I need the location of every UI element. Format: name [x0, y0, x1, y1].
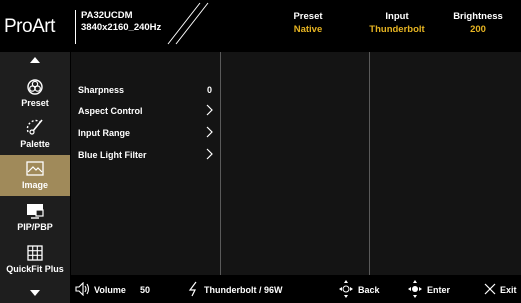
exit-button[interactable]: Exit: [500, 285, 517, 295]
sidebar-label-image: Image: [21, 180, 48, 190]
header-preset: Preset Native: [268, 10, 348, 36]
sidebar-item-palette[interactable]: Palette: [0, 117, 70, 157]
osd-header: ProArt PA32UCDM 3840x2160_240Hz Preset N…: [0, 0, 521, 52]
palette-icon: [26, 119, 43, 135]
menu-item-aspect-control[interactable]: Aspect Control: [78, 106, 143, 116]
pip-pbp-icon: [27, 204, 44, 219]
close-icon: [484, 283, 496, 295]
sidebar-item-image[interactable]: Image: [0, 155, 70, 196]
preset-icon: [27, 79, 43, 95]
scroll-down-arrow-icon[interactable]: [30, 290, 40, 296]
proart-logo: ProArt: [4, 16, 55, 37]
detail-panel: [370, 52, 521, 275]
model-resolution: 3840x2160_240Hz: [81, 22, 162, 33]
joystick-left-icon: [339, 280, 353, 298]
header-input: Input Thunderbolt: [357, 10, 437, 36]
quickfit-grid-icon: [27, 245, 43, 261]
chevron-right-icon: [206, 104, 213, 116]
model-info: PA32UCDM 3840x2160_240Hz: [81, 10, 161, 34]
sidebar-label-pip-pbp: PIP/PBP: [17, 222, 53, 232]
menu-item-label: Sharpness: [78, 85, 125, 95]
sidebar-label-quickfit-plus: QuickFit Plus: [6, 264, 64, 274]
menu-item-label: Blue Light Filter: [78, 150, 147, 160]
sharpness-value: 0: [207, 85, 213, 95]
header-input-value: Thunderbolt: [369, 24, 425, 35]
header-preset-value: Native: [293, 24, 323, 35]
header-preset-label: Preset: [293, 11, 323, 22]
header-input-label: Input: [385, 11, 409, 22]
menu-item-input-range[interactable]: Input Range: [78, 128, 130, 138]
image-icon: [26, 161, 44, 176]
menu-item-label: Aspect Control: [78, 106, 143, 116]
sidebar-label-palette: Palette: [20, 139, 50, 149]
volume-label: Volume: [94, 285, 126, 295]
back-button[interactable]: Back: [358, 285, 380, 295]
header-brightness-value: 200: [470, 24, 486, 35]
joystick-center-icon: [408, 280, 422, 298]
options-panel: [221, 52, 369, 275]
osd-footer: Volume 50 Thunderbolt / 96W Back Enter E…: [70, 276, 521, 303]
menu-item-sharpness[interactable]: Sharpness: [78, 85, 124, 95]
power-bolt-icon: [188, 281, 197, 297]
header-brightness: Brightness 200: [438, 10, 518, 36]
power-label: Thunderbolt / 96W: [204, 285, 283, 295]
chevron-right-icon: [206, 148, 213, 160]
header-brightness-label: Brightness: [453, 11, 503, 22]
header-divider: [75, 10, 76, 44]
menu-item-label: Input Range: [78, 128, 130, 138]
volume-value: 50: [140, 285, 151, 295]
header-slash-decoration: [167, 2, 209, 45]
speaker-icon: [75, 282, 90, 296]
model-name: PA32UCDM: [81, 10, 133, 21]
scroll-up-arrow-icon[interactable]: [30, 57, 40, 63]
sidebar-item-quickfit-plus[interactable]: QuickFit Plus: [0, 244, 70, 284]
sidebar-item-pip-pbp[interactable]: PIP/PBP: [0, 202, 70, 242]
menu-item-blue-light-filter[interactable]: Blue Light Filter: [78, 150, 147, 160]
enter-button[interactable]: Enter: [427, 285, 450, 295]
chevron-right-icon: [206, 126, 213, 138]
sidebar-item-preset[interactable]: Preset: [0, 78, 70, 118]
sidebar-label-preset: Preset: [21, 98, 49, 108]
